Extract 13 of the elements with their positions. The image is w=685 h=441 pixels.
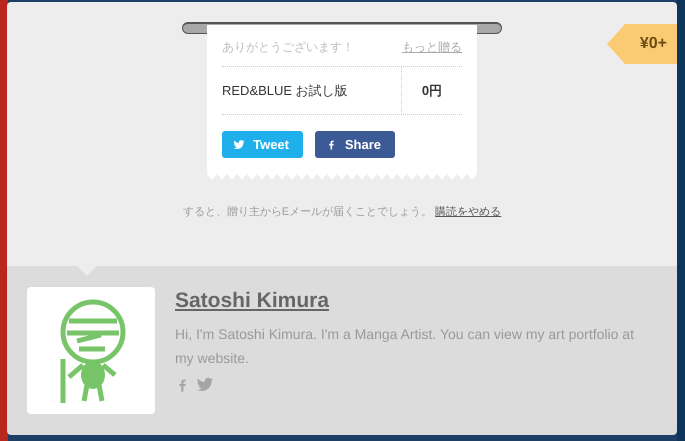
email-note: すると、贈り主からEメールが届くことでしょう。 購読をやめる [182, 204, 502, 220]
item-price: 0円 [420, 82, 444, 100]
twitter-icon [196, 376, 214, 394]
unsubscribe-link[interactable]: 購読をやめる [435, 206, 502, 218]
share-button[interactable]: Share [315, 131, 395, 158]
thanks-text: ありがとうございます！ [222, 39, 354, 56]
bird-icon [233, 138, 246, 152]
give-more-link[interactable]: もっと贈る [402, 39, 462, 56]
item-name: RED&BLUE お試し版 [222, 82, 348, 100]
author-name-link[interactable]: Satoshi Kimura [175, 289, 330, 313]
tweet-button[interactable]: Tweet [222, 131, 303, 158]
price-tag: ¥0+ [607, 24, 677, 64]
author-bio: Hi, I'm Satoshi Kimura. I'm a Manga Artist. You can view my art portfolio at my website. [175, 325, 635, 368]
